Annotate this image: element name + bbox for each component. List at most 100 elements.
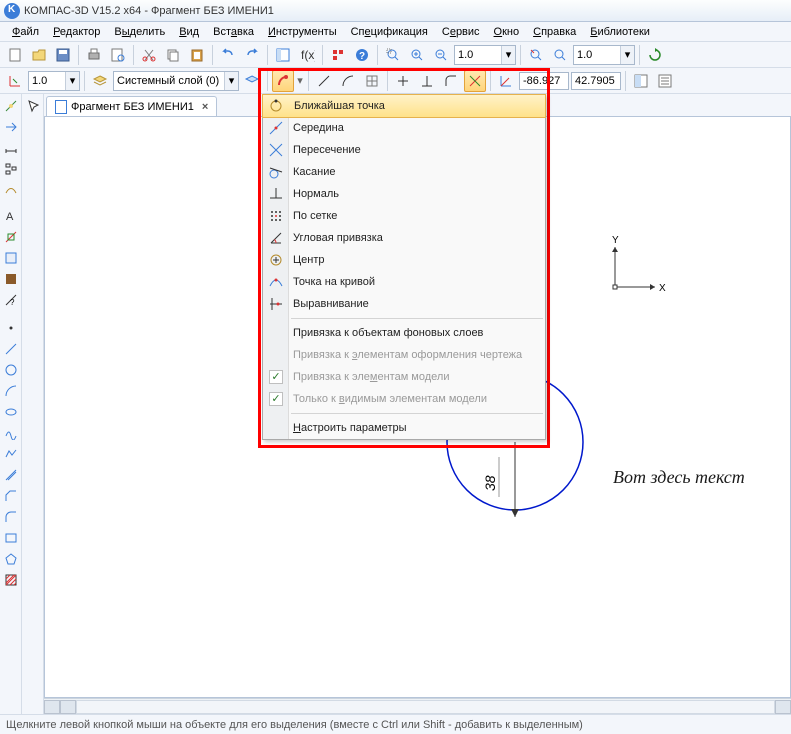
menu-select[interactable]: Выделить: [108, 24, 171, 40]
variables-button[interactable]: f(x): [296, 44, 318, 66]
menu-libraries[interactable]: Библиотеки: [584, 24, 656, 40]
grid-button[interactable]: [361, 70, 383, 92]
zoom-prev-button[interactable]: [525, 44, 547, 66]
horizontal-scrollbar[interactable]: [44, 698, 791, 714]
poly-tool-icon[interactable]: [1, 549, 21, 569]
circle-tool-icon[interactable]: [1, 360, 21, 380]
menu-item-point[interactable]: Ближайшая точка: [262, 94, 546, 118]
geometry-icon[interactable]: [1, 96, 21, 116]
manager-button[interactable]: [272, 44, 294, 66]
menu-tools[interactable]: Инструменты: [262, 24, 343, 40]
zoom-combo-a[interactable]: ▾: [454, 45, 516, 65]
zoom-next-button[interactable]: [549, 44, 571, 66]
zoom-input-a[interactable]: [455, 47, 501, 63]
zoom-combo-b[interactable]: ▾: [573, 45, 635, 65]
menu-item-normal[interactable]: Нормаль: [263, 183, 545, 205]
zoom-out-button[interactable]: [430, 44, 452, 66]
rect-tool-icon[interactable]: [1, 528, 21, 548]
perp-button[interactable]: [416, 70, 438, 92]
open-button[interactable]: [28, 44, 50, 66]
menu-item-align[interactable]: Выравнивание: [263, 293, 545, 315]
paste-button[interactable]: [186, 44, 208, 66]
hatch-tool-icon[interactable]: [1, 570, 21, 590]
menu-specification[interactable]: Спецификация: [345, 24, 434, 40]
param-button[interactable]: [464, 70, 486, 92]
properties-button[interactable]: [327, 44, 349, 66]
arc-button[interactable]: [337, 70, 359, 92]
zoom-input-b[interactable]: [574, 47, 620, 63]
chevron-down-icon[interactable]: ▾: [224, 72, 238, 90]
scroll-left-arrow[interactable]: [44, 700, 60, 714]
menu-item-cross[interactable]: Пересечение: [263, 139, 545, 161]
zoom-in-button[interactable]: [406, 44, 428, 66]
undo-button[interactable]: [217, 44, 239, 66]
chevron-down-icon[interactable]: ▾: [620, 46, 634, 64]
menu-insert[interactable]: Вставка: [207, 24, 260, 40]
snap-dropdown-arrow[interactable]: ▾: [296, 74, 304, 87]
new-button[interactable]: [4, 44, 26, 66]
zoom-window-button[interactable]: [382, 44, 404, 66]
spec-button[interactable]: [654, 70, 676, 92]
print-button[interactable]: [83, 44, 105, 66]
menu-service[interactable]: Сервис: [436, 24, 486, 40]
cut-button[interactable]: [138, 44, 160, 66]
save-button[interactable]: [52, 44, 74, 66]
line-button[interactable]: [313, 70, 335, 92]
coord-y-input[interactable]: [571, 72, 621, 90]
report-icon[interactable]: [1, 269, 21, 289]
line-tool-icon[interactable]: [1, 339, 21, 359]
menu-window[interactable]: Окно: [488, 24, 526, 40]
coord-x-input[interactable]: [519, 72, 569, 90]
tree-icon[interactable]: [1, 159, 21, 179]
chamfer-tool-icon[interactable]: [1, 486, 21, 506]
polyline-tool-icon[interactable]: [1, 444, 21, 464]
scroll-left-arrow-2[interactable]: [60, 700, 76, 714]
ellipse-tool-icon[interactable]: [1, 402, 21, 422]
preview-button[interactable]: [107, 44, 129, 66]
arc-tool-icon[interactable]: [1, 381, 21, 401]
document-tab[interactable]: Фрагмент БЕЗ ИМЕНИ1 ×: [46, 96, 217, 116]
text-icon[interactable]: A: [1, 206, 21, 226]
dimension-icon[interactable]: [1, 138, 21, 158]
menu-item-center[interactable]: Центр: [263, 249, 545, 271]
spline-tool-icon[interactable]: [1, 423, 21, 443]
scroll-right-arrow[interactable]: [775, 700, 791, 714]
menu-item-configure[interactable]: Настроить параметры: [263, 417, 545, 439]
close-icon[interactable]: ×: [202, 101, 208, 113]
redo-button[interactable]: [241, 44, 263, 66]
menu-file[interactable]: Файл: [6, 24, 45, 40]
help-button[interactable]: ?: [351, 44, 373, 66]
layer-input[interactable]: [114, 73, 224, 89]
surface-icon[interactable]: [1, 180, 21, 200]
measure-icon[interactable]: ?: [1, 290, 21, 310]
layer-button[interactable]: [89, 70, 111, 92]
scale-combo[interactable]: ▾: [28, 71, 80, 91]
menu-item-mid[interactable]: Середина: [263, 117, 545, 139]
refresh-button[interactable]: [644, 44, 666, 66]
edit-geom-icon[interactable]: [1, 227, 21, 247]
end-button[interactable]: [630, 70, 652, 92]
menu-item-oncurve[interactable]: Точка на кривой: [263, 271, 545, 293]
scale-input[interactable]: [29, 73, 65, 89]
menu-edit[interactable]: Редактор: [47, 24, 106, 40]
fillet-tool-icon[interactable]: [1, 507, 21, 527]
ortho-button[interactable]: [392, 70, 414, 92]
snap-toggle-button[interactable]: [272, 70, 294, 92]
point-tool-icon[interactable]: [1, 318, 21, 338]
menu-item-angle[interactable]: Угловая привязка: [263, 227, 545, 249]
cursor-icon[interactable]: [23, 96, 43, 116]
menu-view[interactable]: Вид: [173, 24, 205, 40]
chevron-down-icon[interactable]: ▾: [501, 46, 515, 64]
menu-item-group2[interactable]: Привязка к объектам фоновых слоев: [263, 322, 545, 344]
layers-manage-button[interactable]: [241, 70, 263, 92]
select-prev-icon[interactable]: [1, 117, 21, 137]
menu-item-grid[interactable]: По сетке: [263, 205, 545, 227]
offset-tool-icon[interactable]: [1, 465, 21, 485]
menu-help[interactable]: Справка: [527, 24, 582, 40]
chevron-down-icon[interactable]: ▾: [65, 72, 79, 90]
layer-combo[interactable]: ▾: [113, 71, 239, 91]
spec-sheet-icon[interactable]: [1, 248, 21, 268]
coord-toggle-button[interactable]: [4, 70, 26, 92]
scroll-track[interactable]: [76, 700, 775, 714]
menu-item-tangent[interactable]: Касание: [263, 161, 545, 183]
